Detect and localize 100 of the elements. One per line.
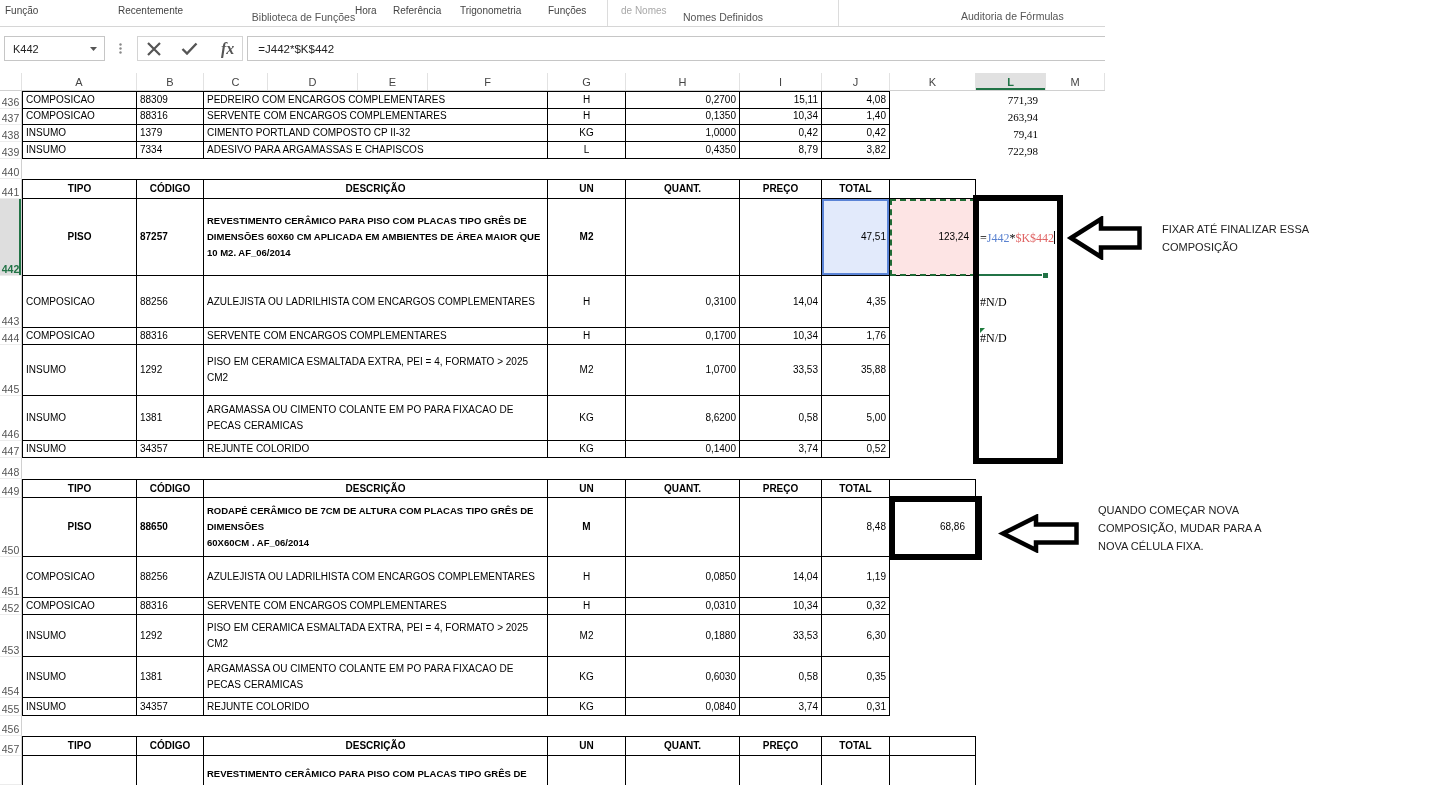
column-header[interactable]: B [137, 73, 204, 90]
table-cell: 1,0700 [626, 345, 740, 396]
table-cell: KG [548, 698, 626, 716]
table-cell: INSUMO [22, 345, 137, 396]
table-cell: 5,00 [822, 396, 890, 441]
row-header[interactable]: 450 [0, 498, 22, 557]
table-cell: COMPOSICAO [22, 598, 137, 615]
table-cell: 0,0840 [626, 698, 740, 716]
ribbon-command[interactable]: Função [5, 5, 39, 16]
table-cell: 88309 [137, 91, 204, 109]
column-header[interactable]: E [358, 73, 428, 90]
table-cell: 4,35 [822, 276, 890, 328]
row-header[interactable]: 443 [0, 276, 22, 328]
name-box[interactable]: K442 [4, 36, 105, 61]
table-cell: 0,52 [822, 441, 890, 458]
error-flag-icon[interactable] [980, 328, 985, 333]
table-cell: REJUNTE COLORIDO [204, 441, 548, 458]
table-cell: 3,74 [740, 441, 822, 458]
row-header[interactable]: 451 [0, 557, 22, 598]
table-cell: 1381 [137, 396, 204, 441]
ribbon-command[interactable]: Trigonometria [460, 5, 522, 16]
table-cell: 0,1700 [626, 328, 740, 345]
table-cell: 88256 [137, 557, 204, 598]
table-cell: H [548, 108, 626, 125]
table-cell: KG [548, 657, 626, 698]
table-cell: PISO EM CERAMICA ESMALTADA EXTRA, PEI = 4, FORMATO > 2025 CM2 [204, 345, 548, 396]
table-cell: H [548, 557, 626, 598]
table-heading: DESCRIÇÃO [204, 479, 548, 498]
table-cell: 34357 [137, 698, 204, 716]
table-cell: 0,31 [822, 698, 890, 716]
ribbon-command[interactable]: Funções [548, 5, 587, 16]
row-header[interactable]: 457 [0, 736, 22, 756]
table-heading: TOTAL [822, 479, 890, 498]
table-cell: INSUMO [22, 441, 137, 458]
row-header[interactable]: 449 [0, 479, 22, 498]
row-header[interactable]: 438 [0, 125, 22, 142]
row-header[interactable]: 455 [0, 698, 22, 716]
row-header[interactable]: 452 [0, 598, 22, 615]
column-header[interactable]: C [204, 73, 268, 90]
ribbon-command[interactable]: Referência [393, 5, 442, 16]
table-cell: COMPOSICAO [22, 91, 137, 109]
table-cell: INSUMO [22, 142, 137, 159]
table-cell: H [548, 598, 626, 615]
table-cell: 0,2700 [626, 91, 740, 109]
column-header[interactable]: F [428, 73, 548, 90]
cell-editor[interactable]: =J442*$K$442 [980, 230, 1056, 245]
table-heading: PREÇO [740, 179, 822, 199]
ribbon-command[interactable]: Recentemente [118, 5, 184, 16]
formula-field[interactable]: =J442*$K$442 [247, 36, 1105, 61]
row-header[interactable]: 446 [0, 396, 22, 441]
cancel-icon[interactable] [146, 40, 162, 57]
caret-icon[interactable] [90, 46, 97, 51]
table-cell: 4,08 [822, 91, 890, 109]
ribbon-command[interactable]: Hora [355, 5, 377, 16]
check-icon[interactable] [181, 42, 198, 55]
table-cell: M2 [548, 199, 626, 276]
fill-handle[interactable] [1042, 272, 1049, 279]
row-header[interactable]: 456 [0, 716, 22, 736]
column-header[interactable]: M [1046, 73, 1105, 90]
column-header[interactable]: L [976, 73, 1046, 90]
column-header[interactable]: A [22, 73, 137, 90]
table-cell: 68,86 [890, 498, 976, 557]
table-cell: 10,34 [740, 328, 822, 345]
table-cell: 123,24 [890, 199, 976, 276]
grip-icon[interactable] [119, 43, 122, 54]
table-heading: TOTAL [822, 736, 890, 756]
insert-function-button[interactable]: fx [219, 39, 237, 58]
row-header[interactable]: 445 [0, 345, 22, 396]
table-cell-text: 263,94 [1006, 109, 1039, 125]
table-cell: SERVENTE COM ENCARGOS COMPLEMENTARES [204, 598, 548, 615]
table-cell: M2 [548, 615, 626, 657]
row-header[interactable]: 454 [0, 657, 22, 698]
row-header[interactable]: 448 [0, 458, 22, 479]
column-header[interactable]: D [268, 73, 358, 90]
column-header[interactable]: G [548, 73, 626, 90]
table-cell: 0,1350 [626, 108, 740, 125]
table-cell: 0,1400 [626, 441, 740, 458]
column-header[interactable]: H [626, 73, 740, 90]
table-cell: COMPOSICAO [22, 108, 137, 125]
column-header[interactable]: J [822, 73, 890, 90]
table-cell: PEDREIRO COM ENCARGOS COMPLEMENTARES [204, 91, 548, 109]
row-header[interactable]: 447 [0, 441, 22, 458]
row-header[interactable]: 453 [0, 615, 22, 657]
table-cell: 14,04 [740, 557, 822, 598]
row-header[interactable]: 442 [0, 199, 22, 276]
table-cell: 0,3100 [626, 276, 740, 328]
table-cell: 0,1880 [626, 615, 740, 657]
table-cell: 14,04 [740, 276, 822, 328]
column-header[interactable]: I [740, 73, 822, 90]
row-header[interactable]: 444 [0, 328, 22, 345]
table-cell: 0,0850 [626, 557, 740, 598]
error-value: #N/D [980, 333, 1007, 344]
table-cell: SERVENTE COM ENCARGOS COMPLEMENTARES [204, 328, 548, 345]
ribbon-group-label: Nomes Definidos [683, 11, 763, 23]
table-cell: 35,88 [822, 345, 890, 396]
row-header[interactable]: 436 [0, 91, 22, 109]
row-header[interactable]: 439 [0, 142, 22, 159]
row-header[interactable]: 440 [0, 159, 22, 179]
row-header[interactable]: 437 [0, 108, 22, 125]
table-cell: 33,53 [740, 345, 822, 396]
